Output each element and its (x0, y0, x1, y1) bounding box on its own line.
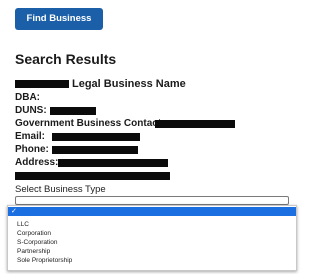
redacted-address-line2 (15, 172, 170, 180)
business-type-label: Select Business Type (15, 184, 106, 195)
address-label: Address: (15, 157, 59, 168)
redacted-government-contact (155, 120, 235, 128)
duns-label: DUNS: (15, 105, 47, 116)
redacted-phone (52, 146, 138, 154)
redacted-email (52, 133, 140, 141)
business-type-option-llc[interactable]: LLC (8, 220, 296, 229)
redacted-duns (50, 107, 96, 115)
business-type-option-s-corporation[interactable]: S-Corporation (8, 238, 296, 247)
business-type-select[interactable] (15, 196, 289, 205)
legal-business-name-label: Legal Business Name (72, 78, 186, 90)
check-icon: ✓ (11, 208, 17, 215)
business-type-option-blank[interactable]: ✓ (8, 207, 296, 216)
find-business-button[interactable]: Find Business (15, 8, 103, 30)
business-type-dropdown: ✓ LLC Corporation S-Corporation Partners… (7, 205, 297, 271)
business-type-option-sole-proprietorship[interactable]: Sole Proprietorship (8, 256, 296, 265)
search-results-heading: Search Results (15, 51, 117, 67)
redacted-business-name (15, 80, 69, 88)
business-type-option-corporation[interactable]: Corporation (8, 229, 296, 238)
government-contact-label: Government Business Contact: (15, 118, 165, 129)
business-type-option-partnership[interactable]: Partnership (8, 247, 296, 256)
phone-label: Phone: (15, 144, 49, 155)
redacted-address-line1 (58, 159, 168, 167)
dba-label: DBA: (15, 92, 40, 103)
email-label: Email: (15, 131, 46, 142)
